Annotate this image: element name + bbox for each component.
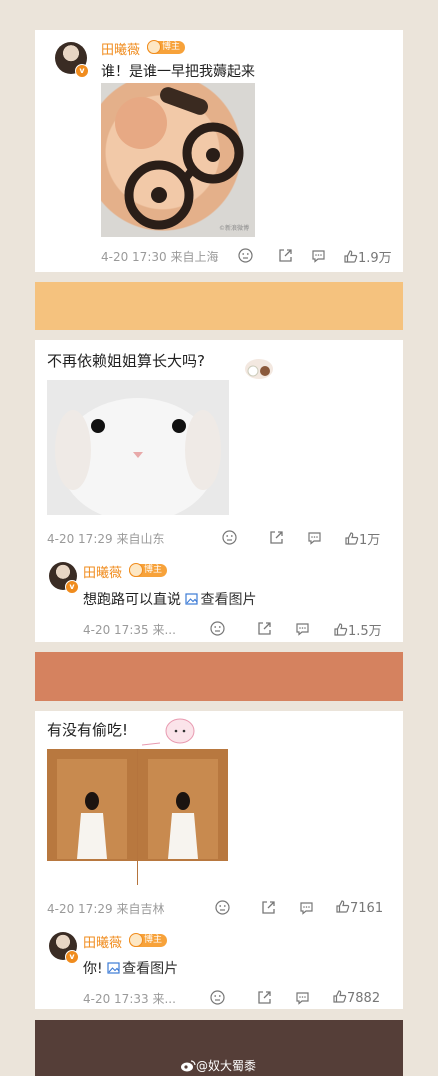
post-card-3: 有没有偷吃! 4-20 17:29 来自吉林 7161 v 田曦薇 博主 你! …	[35, 711, 403, 1009]
view-image-link[interactable]: 查看图片	[185, 592, 256, 608]
emoji-react-icon[interactable]	[210, 621, 225, 636]
blogger-badge: 博主	[129, 563, 168, 577]
blogger-face-icon	[129, 563, 143, 577]
twin-photo-icon	[47, 749, 228, 885]
view-image-link[interactable]: 查看图片	[107, 961, 178, 977]
view-image-label: 查看图片	[122, 961, 179, 977]
emoji-react-icon[interactable]	[210, 990, 225, 1005]
thumb-up-icon	[332, 989, 347, 1004]
post-card-1: v 田曦薇 博主 谁！是谁一早把我薅起来 ©新浪微博 4-20 17:30 来自…	[35, 30, 403, 272]
post-location: 来自上海	[170, 250, 219, 264]
verified-badge-icon: v	[65, 580, 79, 594]
glasses-figure-icon	[115, 87, 244, 230]
like-button[interactable]: 1.9万	[343, 247, 392, 266]
reply-text: 想跑路可以直说 查看图片	[83, 589, 256, 609]
comment-icon[interactable]	[295, 621, 310, 636]
image-watermark: ©新浪微博	[218, 225, 249, 232]
weibo-logo-icon	[180, 1059, 196, 1075]
color-band-2	[35, 652, 403, 701]
view-image-label: 查看图片	[200, 592, 257, 608]
footer-watermark: @奴大蜀黍	[180, 1057, 256, 1075]
post-card-2: 不再依赖姐姐算长大吗? 4-20 17:29 来自山东 1万 v 田曦薇 博主	[35, 340, 403, 642]
post-image[interactable]: ©新浪微博	[101, 83, 255, 237]
blogger-face-icon	[129, 933, 143, 947]
melody-sticker-icon	[138, 715, 198, 753]
post-time: 4-20 17:29	[47, 532, 113, 546]
blogger-badge-label: 博主	[144, 935, 163, 945]
image-icon	[185, 593, 199, 609]
post-location: 来自山东	[116, 532, 165, 546]
like-button[interactable]: 1万	[344, 529, 380, 548]
share-icon[interactable]	[257, 990, 272, 1005]
like-count: 7161	[350, 901, 384, 916]
comment-icon[interactable]	[299, 900, 314, 915]
post-text: 谁！是谁一早把我薅起来	[101, 64, 255, 80]
blogger-badge-label: 博主	[144, 565, 163, 575]
post-image[interactable]	[47, 380, 229, 515]
reply-time: 4-20 17:33	[83, 992, 149, 1006]
share-icon[interactable]	[261, 900, 276, 915]
reply-meta: 4-20 17:33 来...	[83, 990, 176, 1007]
blogger-badge: 博主	[129, 933, 168, 947]
blogger-badge: 博主	[147, 40, 186, 54]
reply-author-name[interactable]: 田曦薇	[83, 562, 122, 581]
post-time: 4-20 17:29	[47, 902, 113, 916]
image-icon	[107, 962, 120, 978]
share-icon[interactable]	[257, 621, 272, 636]
emoji-react-icon[interactable]	[215, 900, 230, 915]
author-name[interactable]: 田曦薇	[101, 39, 140, 58]
emoji-react-icon[interactable]	[222, 530, 237, 545]
emoji-react-icon[interactable]	[238, 248, 253, 263]
reply-location: 来...	[152, 992, 176, 1006]
bunny-sticker-icon	[243, 353, 275, 385]
post-location: 来自吉林	[116, 902, 165, 916]
thumb-up-icon	[335, 899, 350, 914]
comment-icon[interactable]	[311, 248, 326, 263]
like-count: 1.5万	[348, 624, 382, 639]
reply-text-content: 你!	[83, 961, 103, 977]
blogger-badge-label: 博主	[162, 42, 181, 52]
post-image[interactable]	[47, 749, 228, 885]
share-icon[interactable]	[278, 248, 293, 263]
reply-author-name[interactable]: 田曦薇	[83, 932, 122, 951]
like-button[interactable]: 7161	[335, 899, 383, 916]
watermark-text: @奴大蜀黍	[196, 1059, 257, 1073]
thumb-up-icon	[343, 249, 358, 264]
post-meta: 4-20 17:29 来自山东	[47, 530, 164, 547]
post-text: 有没有偷吃!	[47, 721, 129, 739]
like-button[interactable]: 1.5万	[333, 620, 382, 639]
blogger-face-icon	[147, 40, 161, 54]
verified-badge-icon: v	[75, 64, 89, 78]
thumb-up-icon	[333, 622, 348, 637]
like-button[interactable]: 7882	[332, 989, 380, 1006]
verified-badge-icon: v	[65, 950, 79, 964]
like-count: 1.9万	[358, 251, 392, 266]
post-meta: 4-20 17:29 来自吉林	[47, 900, 164, 917]
comment-icon[interactable]	[307, 530, 322, 545]
thumb-up-icon	[344, 531, 359, 546]
post-text: 不再依赖姐姐算长大吗?	[47, 352, 205, 370]
reply-meta: 4-20 17:35 来...	[83, 621, 176, 638]
bunny-photo-icon	[55, 398, 221, 515]
like-count: 7882	[347, 991, 381, 1006]
reply-text: 你! 查看图片	[83, 958, 178, 978]
comment-icon[interactable]	[295, 990, 310, 1005]
post-meta: 4-20 17:30 来自上海	[101, 248, 218, 265]
reply-time: 4-20 17:35	[83, 623, 149, 637]
reply-location: 来...	[152, 623, 176, 637]
share-icon[interactable]	[269, 530, 284, 545]
post-time: 4-20 17:30	[101, 250, 167, 264]
like-count: 1万	[359, 533, 381, 548]
reply-text-content: 想跑路可以直说	[83, 592, 181, 608]
color-band-1	[35, 282, 403, 330]
